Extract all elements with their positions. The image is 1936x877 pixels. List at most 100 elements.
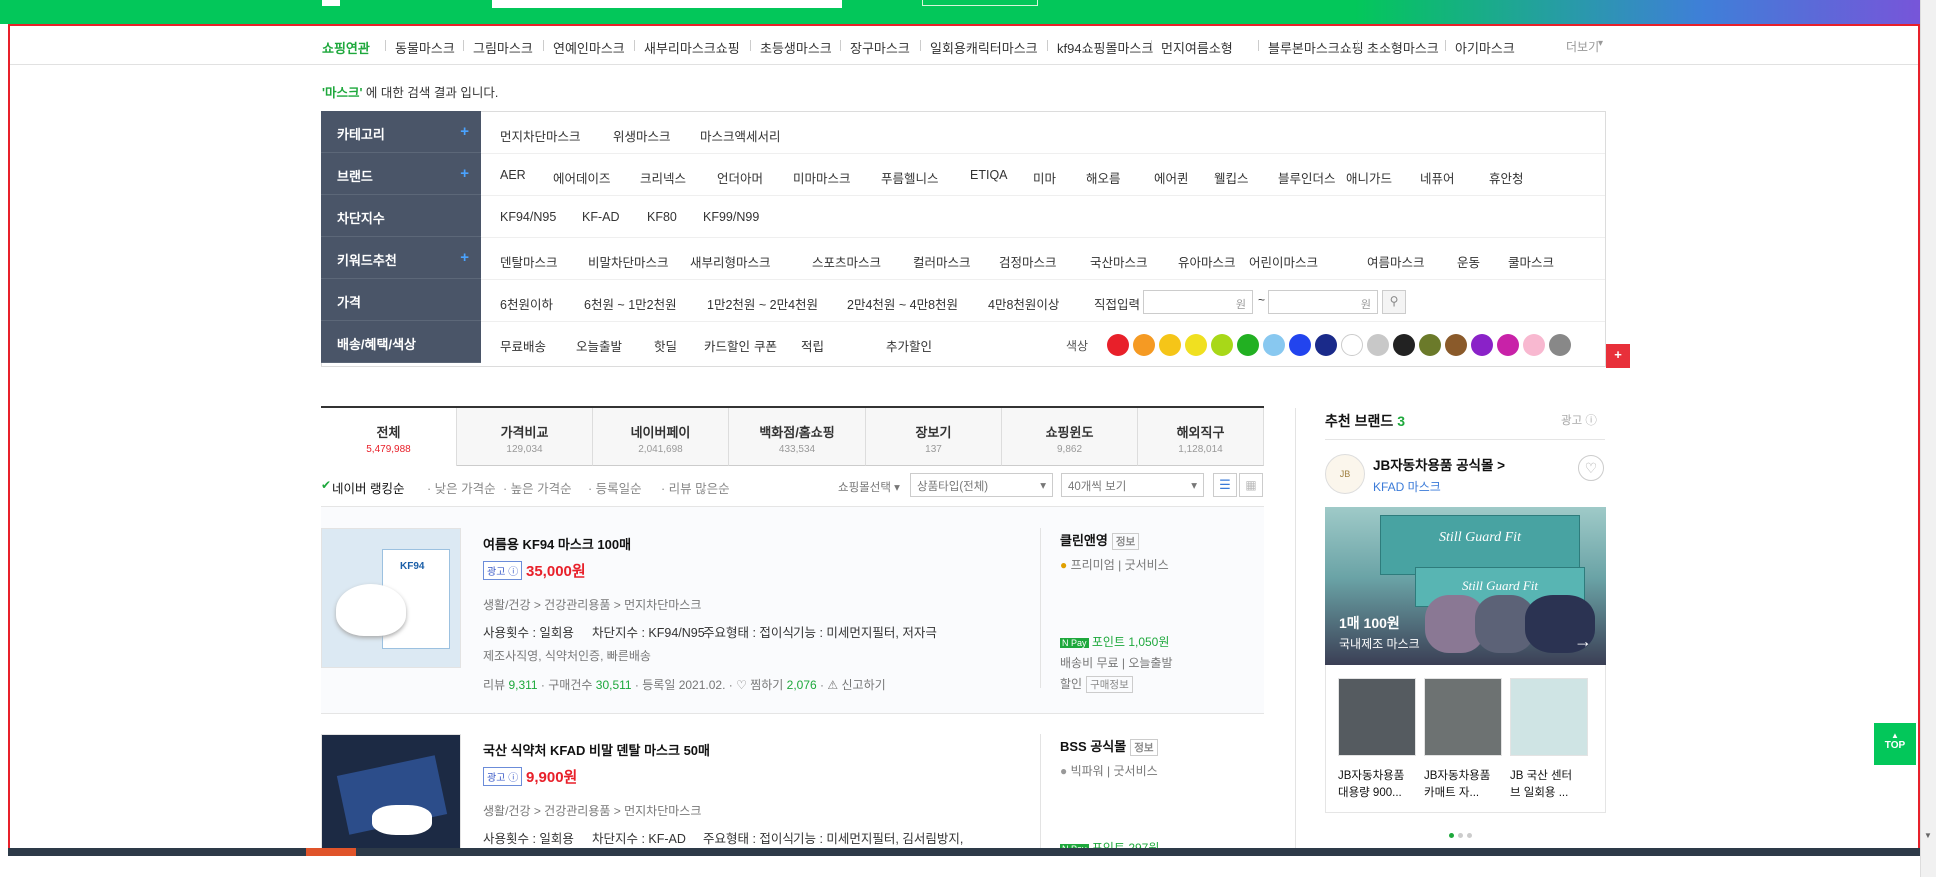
- color-swatch[interactable]: [1549, 334, 1571, 356]
- color-swatch[interactable]: [1133, 334, 1155, 356]
- facet-option[interactable]: KF-AD: [582, 210, 620, 224]
- product-title[interactable]: 국산 식약처 KFAD 비말 덴탈 마스크 50매: [483, 740, 710, 759]
- nav-more-button[interactable]: 더보기: [1566, 38, 1599, 55]
- facet-option[interactable]: 언더아머: [717, 168, 763, 187]
- color-swatch[interactable]: [1315, 334, 1337, 356]
- facet-option[interactable]: 크리넥스: [640, 168, 686, 187]
- nav-item[interactable]: kf94쇼핑몰마스크: [1057, 38, 1153, 57]
- nav-item[interactable]: 그림마스크: [473, 38, 533, 57]
- nav-item[interactable]: 초소형마스크: [1367, 38, 1439, 57]
- sort-option[interactable]: 네이버 랭킹순: [332, 478, 404, 497]
- brand-logo[interactable]: JB: [1325, 454, 1365, 494]
- purchase-info-tag[interactable]: 구매정보: [1086, 676, 1133, 693]
- facet-option[interactable]: 마스크액세서리: [700, 126, 781, 145]
- product-image[interactable]: KF94: [321, 528, 461, 668]
- facet-option[interactable]: 미마: [1033, 168, 1056, 187]
- color-swatch[interactable]: [1185, 334, 1207, 356]
- facet-option[interactable]: 1만2천원 ~ 2만4천원: [707, 294, 818, 313]
- filter-expand-button[interactable]: +: [1606, 344, 1630, 368]
- mall-name-text[interactable]: BSS 공식몰: [1060, 739, 1126, 754]
- facet-option[interactable]: KF99/N99: [703, 210, 759, 224]
- sort-option[interactable]: · 등록일순: [588, 478, 642, 497]
- plus-icon[interactable]: +: [460, 123, 469, 140]
- product-image[interactable]: [321, 734, 461, 854]
- nav-item[interactable]: 먼지여름소형: [1161, 38, 1233, 57]
- nav-item[interactable]: 쇼핑연관: [322, 38, 370, 57]
- brand-name-text[interactable]: JB자동차용품 공식몰: [1373, 458, 1493, 473]
- facet-option[interactable]: 국산마스크: [1090, 252, 1148, 271]
- mall-name-text[interactable]: 클린앤영: [1060, 533, 1108, 548]
- facet-option[interactable]: 추가할인: [886, 336, 932, 355]
- mall-name[interactable]: 클린앤영 정보: [1060, 530, 1140, 550]
- mall-info-tag[interactable]: 정보: [1130, 739, 1158, 756]
- view-count-select[interactable]: 40개씩 보기 ▾: [1061, 473, 1204, 497]
- grid-view-icon[interactable]: ▦: [1239, 473, 1263, 497]
- facet-option[interactable]: 6천원 ~ 1만2천원: [584, 294, 677, 313]
- facet-option[interactable]: 스포츠마스크: [812, 252, 881, 271]
- facet-option[interactable]: 쿨마스크: [1508, 252, 1554, 271]
- nav-item[interactable]: 블루본마스크쇼핑: [1268, 38, 1364, 57]
- nav-item[interactable]: 연예인마스크: [553, 38, 625, 57]
- facet-option[interactable]: 네퓨어: [1420, 168, 1455, 187]
- nav-item[interactable]: 아기마스크: [1455, 38, 1515, 57]
- sort-option[interactable]: · 리뷰 많은순: [661, 478, 730, 497]
- color-swatch[interactable]: [1445, 334, 1467, 356]
- report-link[interactable]: 신고하기: [841, 678, 885, 692]
- vertical-scrollbar[interactable]: ▼: [1920, 0, 1936, 877]
- search-input[interactable]: [492, 0, 842, 8]
- facet-option[interactable]: 검정마스크: [999, 252, 1057, 271]
- plus-icon[interactable]: +: [460, 165, 469, 182]
- zzim-label[interactable]: 찜하기: [750, 678, 783, 692]
- facet-option[interactable]: 4만8천원이상: [988, 294, 1059, 313]
- tab-3[interactable]: 백화점/홈쇼핑 433,534: [729, 408, 866, 466]
- tab-2[interactable]: 네이버페이 2,041,698: [593, 408, 729, 466]
- brand-thumb-title[interactable]: JB 국산 센터: [1510, 767, 1572, 783]
- heart-icon[interactable]: ♡: [736, 678, 747, 692]
- facet-option[interactable]: KF80: [647, 210, 677, 224]
- nav-item[interactable]: 동물마스크: [395, 38, 455, 57]
- facet-option[interactable]: 쿠폰: [754, 336, 777, 355]
- mall-select[interactable]: 쇼핑몰선택 ▾: [838, 479, 900, 495]
- color-swatch[interactable]: [1419, 334, 1441, 356]
- nav-item[interactable]: 새부리마스크쇼핑: [644, 38, 740, 57]
- facet-option[interactable]: 에어데이즈: [553, 168, 611, 187]
- color-swatch[interactable]: [1497, 334, 1519, 356]
- sidebar-ad[interactable]: 광고 ⓘ: [1561, 412, 1597, 428]
- facet-option[interactable]: 핫딜: [654, 336, 677, 355]
- sort-option[interactable]: · 낮은 가격순: [427, 478, 496, 497]
- price-min-input[interactable]: 원: [1143, 290, 1253, 314]
- tab-6[interactable]: 해외직구 1,128,014: [1138, 408, 1264, 466]
- facet-option[interactable]: 웰킵스: [1214, 168, 1249, 187]
- tab-0[interactable]: 전체 5,479,988: [321, 408, 457, 466]
- mall-name[interactable]: BSS 공식몰 정보: [1060, 736, 1158, 756]
- facet-option[interactable]: 먼지차단마스크: [500, 126, 581, 145]
- facet-option[interactable]: 직접입력: [1094, 294, 1140, 313]
- facet-option[interactable]: ETIQA: [970, 168, 1008, 182]
- brand-name[interactable]: JB자동차용품 공식몰 >: [1373, 454, 1505, 474]
- scroll-down-icon[interactable]: ▼: [1924, 831, 1932, 840]
- facet-option[interactable]: 카드할인: [704, 336, 750, 355]
- product-title[interactable]: 여름용 KF94 마스크 100매: [483, 534, 631, 553]
- nav-item[interactable]: 장구마스크: [850, 38, 910, 57]
- color-swatch[interactable]: [1289, 334, 1311, 356]
- brand-thumb-image[interactable]: [1424, 678, 1502, 756]
- facet-option[interactable]: 2만4천원 ~ 4만8천원: [847, 294, 958, 313]
- facet-option[interactable]: 새부리형마스크: [690, 252, 771, 271]
- facet-option[interactable]: 푸름헬니스: [881, 168, 939, 187]
- list-view-icon[interactable]: ☰: [1213, 473, 1237, 497]
- nav-item[interactable]: 일회용캐릭터마스크: [930, 38, 1038, 57]
- facet-option[interactable]: 위생마스크: [613, 126, 671, 145]
- color-swatch[interactable]: [1367, 334, 1389, 356]
- color-swatch[interactable]: [1107, 334, 1129, 356]
- color-swatch[interactable]: [1471, 334, 1493, 356]
- facet-option[interactable]: 적립: [801, 336, 824, 355]
- brand-thumb-title[interactable]: JB자동차용품: [1338, 767, 1404, 783]
- facet-option[interactable]: 애니가드: [1346, 168, 1392, 187]
- facet-option[interactable]: 블루인더스: [1278, 168, 1336, 187]
- color-swatch[interactable]: [1159, 334, 1181, 356]
- facet-option[interactable]: 휴안청: [1489, 168, 1524, 187]
- brand-thumb-title[interactable]: JB자동차용품: [1424, 767, 1490, 783]
- plus-icon[interactable]: +: [460, 249, 469, 266]
- brand-banner[interactable]: Still Guard Fit Still Guard Fit 1매 100원 …: [1325, 507, 1606, 665]
- facet-option[interactable]: 오늘출발: [576, 336, 622, 355]
